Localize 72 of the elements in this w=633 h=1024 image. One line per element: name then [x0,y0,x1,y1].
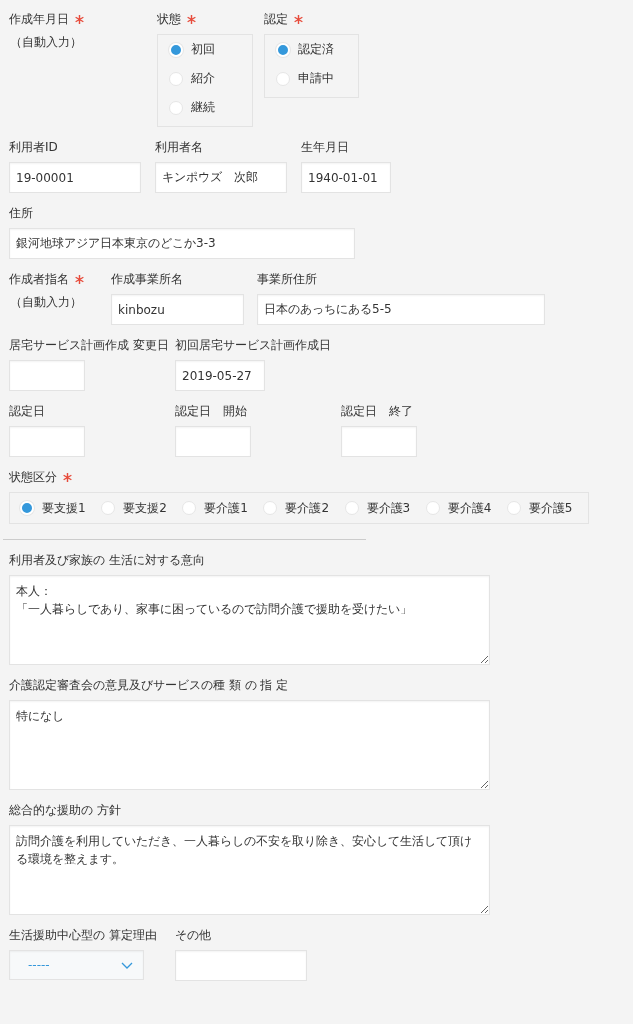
field-label: 介護認定審査会の意見及びサービスの種 類 の 指 定 [9,676,289,694]
field-label: 状態 [157,10,181,28]
radio-option[interactable]: 要介護4 [425,493,507,523]
field-label: 事業所住所 [257,270,317,288]
field-label: その他 [175,926,211,944]
radio-option[interactable]: 要支援2 [101,493,183,523]
option-label: 要支援1 [42,499,86,517]
field-label: 利用者名 [155,138,203,156]
text-field[interactable] [9,360,85,391]
field-label: 居宅サービス計画作成 変更日 [9,336,169,354]
field-label: 生年月日 [301,138,349,156]
text-area[interactable]: 訪問介護を利用していただき、一人暮らしの不安を取り除き、安心して生活して頂ける環境を整えます。 [9,825,490,915]
radio-button[interactable] [169,71,183,86]
text-field[interactable]: 1940-01-01 [301,162,391,193]
option-label: 認定済 [298,41,334,58]
field-label: 認定日 終了 [341,402,413,420]
radio-button[interactable] [263,501,278,515]
text-field[interactable]: キンポウズ 次郎 [155,162,287,193]
text-field[interactable] [9,426,85,457]
field-label: 作成年月日 [9,10,69,28]
field-label: 認定 [264,10,288,28]
option-label: 継続 [191,99,215,116]
option-label: 初回 [191,41,215,58]
auto-input-note: （自動入力） [9,34,83,51]
radio-button[interactable] [344,501,359,515]
text-field[interactable]: 銀河地球アジア日本東京のどこか3-3 [9,228,355,259]
field-label: 生活援助中心型の 算定理由 [9,926,157,944]
radio-option[interactable]: 認定済 [276,35,348,64]
field-label: 利用者及び家族の 生活に対する意向 [9,551,205,569]
chevron-down-icon [121,961,133,969]
option-label: 紹介 [191,70,215,87]
text-field[interactable] [175,950,307,981]
option-label: 要介護1 [204,499,248,517]
text-field[interactable]: 日本のあっちにある5-5 [257,294,545,325]
radio-option[interactable]: 申請中 [276,64,348,93]
text-area[interactable]: 本人： 「一人暮らしであり、家事に困っているので訪問介護で援助を受けたい」 [9,575,490,665]
radio-button[interactable] [182,501,197,515]
radio-button[interactable] [169,100,183,115]
field-label: 初回居宅サービス計画作成日 [175,336,331,354]
option-label: 要介護3 [366,499,411,517]
field-label: 認定日 [9,402,45,420]
radio-option[interactable]: 要支援1 [20,493,102,523]
option-label: 要介護5 [528,499,573,517]
option-label: 要介護2 [285,499,330,517]
text-field[interactable] [175,426,251,457]
radio-option[interactable]: 要介護2 [263,493,345,523]
field-label: 総合的な援助の 方針 [9,801,121,819]
radio-option[interactable]: 要介護1 [182,493,264,523]
option-label: 要支援2 [123,499,167,517]
field-label: 認定日 開始 [175,402,247,420]
text-field[interactable]: 19-00001 [9,162,141,193]
radio-option[interactable]: 紹介 [169,64,242,93]
option-label: 要介護4 [447,499,492,517]
radio-option[interactable]: 初回 [169,35,242,64]
field-label: 利用者ID [9,138,58,156]
text-area[interactable]: 特になし [9,700,490,790]
radio-option[interactable]: 継続 [169,93,242,122]
text-field[interactable] [341,426,417,457]
radio-button[interactable] [506,501,521,515]
field-label: 住所 [9,204,33,222]
radio-button[interactable] [101,501,116,515]
option-label: 申請中 [298,70,334,87]
field-label: 作成事業所名 [111,270,183,288]
auto-input-note: （自動入力） [9,294,83,311]
text-field[interactable]: kinbozu [111,294,244,325]
radio-button[interactable] [276,71,290,86]
radio-option[interactable]: 要介護5 [506,493,588,523]
radio-option[interactable]: 要介護3 [344,493,426,523]
field-label: 状態区分 [9,468,57,486]
radio-button[interactable] [425,501,440,515]
field-label: 作成者指名 [9,270,69,288]
text-field[interactable]: 2019-05-27 [175,360,265,391]
